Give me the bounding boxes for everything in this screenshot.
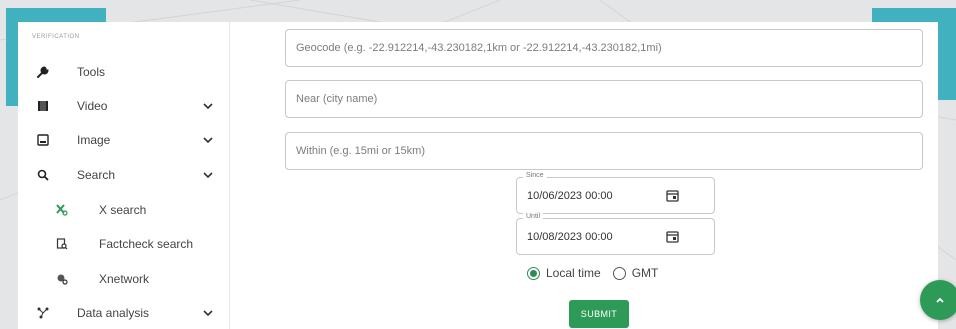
radio-label: GMT [631, 266, 659, 280]
chevron-down-icon [203, 103, 213, 110]
until-date-field[interactable]: Until 10/08/2023 00:00 [516, 213, 715, 255]
chevron-up-icon [936, 297, 944, 303]
sidebar-item-label: Video [77, 99, 108, 113]
sidebar-item-factcheck-search[interactable]: Factcheck search [18, 229, 229, 259]
sidebar-item-label: Xnetwork [99, 272, 150, 286]
data-analysis-icon [35, 305, 51, 321]
sidebar-item-label: Factcheck search [99, 237, 194, 251]
sidebar-item-label: Tools [77, 65, 106, 79]
near-input[interactable]: Near (city name) [285, 80, 923, 118]
since-date-field[interactable]: Since 10/06/2023 00:00 [516, 172, 715, 214]
chevron-down-icon [203, 137, 213, 144]
sidebar: VERIFICATION Tools Video Image Search X … [18, 22, 230, 329]
calendar-icon[interactable] [666, 230, 679, 243]
network-icon [54, 271, 70, 287]
radio-option-local-time[interactable]: Local time [527, 266, 601, 280]
radio-option-gmt[interactable]: GMT [612, 266, 659, 280]
factcheck-icon [54, 236, 70, 252]
wrench-icon [35, 64, 51, 80]
sidebar-item-label: X search [99, 203, 147, 217]
sidebar-item-label: Search [77, 168, 116, 182]
film-icon [35, 98, 51, 114]
sidebar-item-video[interactable]: Video [18, 91, 229, 121]
within-placeholder: Within (e.g. 15mi or 15km) [296, 145, 425, 157]
x-search-icon [54, 202, 70, 218]
near-placeholder: Near (city name) [296, 93, 378, 105]
scroll-to-top-button[interactable] [920, 280, 956, 320]
sidebar-item-search[interactable]: Search [18, 160, 229, 190]
chevron-down-icon [203, 310, 213, 317]
sidebar-item-label: Data analysis [77, 306, 150, 320]
since-value: 10/06/2023 00:00 [527, 190, 613, 202]
radio-button-checked[interactable] [527, 266, 540, 280]
sidebar-item-label: Image [77, 133, 111, 147]
sidebar-item-data-analysis[interactable]: Data analysis [18, 298, 229, 328]
submit-button[interactable]: SUBMIT [569, 300, 629, 328]
within-input[interactable]: Within (e.g. 15mi or 15km) [285, 132, 923, 170]
chevron-down-icon [203, 172, 213, 179]
geocode-placeholder: Geocode (e.g. -22.912214,-43.230182,1km … [296, 42, 662, 54]
sidebar-section-label: VERIFICATION [32, 34, 80, 40]
sidebar-item-tools[interactable]: Tools [18, 57, 229, 87]
sidebar-item-xnetwork[interactable]: Xnetwork [18, 264, 229, 294]
radio-label: Local time [546, 266, 601, 280]
since-label: Since [523, 172, 547, 179]
until-value: 10/08/2023 00:00 [527, 231, 613, 243]
search-icon [35, 167, 51, 183]
timezone-radio-group: Local time GMT [527, 263, 658, 283]
until-label: Until [523, 213, 544, 220]
image-icon [35, 132, 51, 148]
calendar-icon[interactable] [666, 189, 679, 202]
sidebar-item-image[interactable]: Image [18, 125, 229, 155]
radio-button[interactable] [612, 266, 626, 280]
search-form-panel: Geocode (e.g. -22.912214,-43.230182,1km … [230, 22, 938, 329]
geocode-input[interactable]: Geocode (e.g. -22.912214,-43.230182,1km … [285, 29, 923, 67]
sidebar-item-x-search[interactable]: X search [18, 195, 229, 225]
